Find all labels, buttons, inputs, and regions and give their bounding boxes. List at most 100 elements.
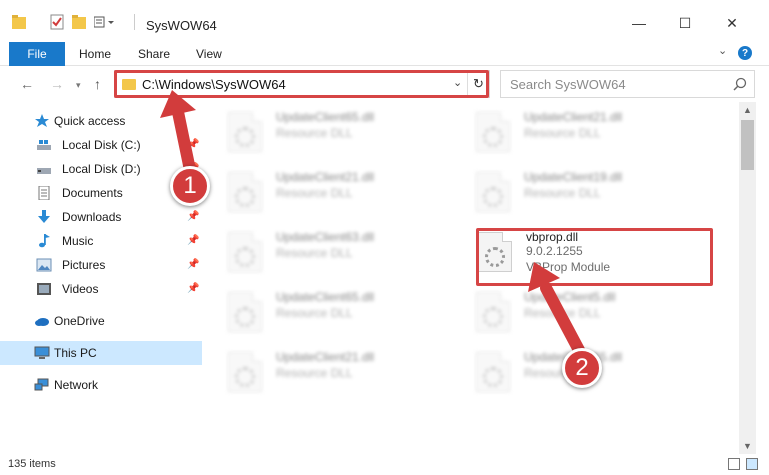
properties-icon[interactable]	[50, 14, 64, 30]
dll-file-icon	[228, 112, 262, 152]
sidebar-item-videos[interactable]: Videos 📌	[0, 277, 202, 301]
customize-toolbar-icon[interactable]	[93, 14, 114, 30]
title-separator	[134, 14, 135, 30]
tab-file[interactable]: File	[9, 42, 65, 66]
collapse-ribbon-icon[interactable]: ⌄	[718, 44, 727, 57]
file-description: Resource DLL	[276, 186, 353, 200]
file-item[interactable]: UpdateClient5.dll Resource DLL	[458, 282, 698, 334]
drive-icon	[37, 140, 51, 150]
recent-locations-icon[interactable]: ▾	[76, 80, 81, 91]
dll-file-icon	[476, 352, 510, 392]
large-icons-view-icon[interactable]	[746, 458, 758, 470]
file-item[interactable]: UpdateClient21.dll Resource DLL	[458, 102, 698, 154]
sidebar-item-this-pc[interactable]: This PC	[0, 341, 202, 365]
file-name: UpdateClient63.dll	[276, 230, 375, 244]
file-item[interactable]: UpdateClient19.dll Resource DLL	[458, 162, 698, 214]
file-highlight	[476, 228, 713, 286]
sidebar-item-label: Quick access	[54, 114, 126, 128]
vertical-scrollbar[interactable]: ▲ ▼	[739, 102, 756, 454]
dll-file-icon	[228, 352, 262, 392]
navigation-pane: Quick access Local Disk (C:) 📌 Local Dis…	[0, 102, 208, 454]
back-arrow-icon[interactable]: ←	[20, 76, 34, 92]
file-name: UpdateClient21.dll	[276, 350, 375, 364]
file-item[interactable]: UpdateClient65.dll Resource DLL	[210, 282, 450, 334]
tab-view[interactable]: View	[196, 47, 222, 61]
pin-icon[interactable]: 📌	[187, 235, 199, 246]
sidebar-item-label: This PC	[54, 346, 97, 360]
address-row: ← → ▾ ↑ C:\Windows\SysWOW64 ⌄ ↻ Search S…	[0, 66, 769, 102]
pin-icon[interactable]: 📌	[187, 283, 199, 294]
cloud-icon	[35, 318, 49, 326]
search-box[interactable]: Search SysWOW64	[500, 70, 755, 98]
up-arrow-icon[interactable]: ↑	[94, 76, 101, 92]
dll-file-icon	[228, 172, 262, 212]
sidebar-item-label: Documents	[62, 186, 123, 200]
help-icon[interactable]: ?	[738, 46, 752, 60]
pin-icon[interactable]: 📌	[187, 211, 199, 222]
scroll-up-icon[interactable]: ▲	[739, 102, 756, 118]
file-item[interactable]: UpdateClient63.dll Resource DLL	[210, 222, 450, 274]
sidebar-item-label: Local Disk (C:)	[62, 138, 141, 152]
folder-icon[interactable]	[12, 14, 26, 30]
tab-share[interactable]: Share	[138, 47, 170, 61]
dll-file-icon	[476, 112, 510, 152]
maximize-button[interactable]: ☐	[670, 10, 700, 36]
details-view-icon[interactable]	[728, 458, 740, 470]
file-description: Resource DLL	[524, 186, 601, 200]
dll-file-icon	[476, 292, 510, 332]
sidebar-item-pictures[interactable]: Pictures 📌	[0, 253, 202, 277]
search-input[interactable]: Search SysWOW64	[510, 77, 626, 92]
file-description: Resource DLL	[276, 246, 353, 260]
window-title: SysWOW64	[146, 18, 217, 33]
step-2-badge: 2	[562, 348, 602, 388]
documents-icon	[38, 186, 50, 200]
file-item[interactable]: UpdateClient21.dll Resource DLL	[210, 342, 450, 394]
dll-file-icon	[228, 292, 262, 332]
drive-icon	[37, 168, 51, 174]
pictures-icon	[36, 258, 52, 272]
sidebar-item-onedrive[interactable]: OneDrive	[0, 309, 202, 333]
forward-arrow-icon[interactable]: →	[50, 76, 64, 92]
sidebar-item-label: Network	[54, 378, 99, 392]
network-icon	[34, 378, 49, 391]
item-count: 135 items	[8, 458, 56, 470]
tab-home[interactable]: Home	[79, 47, 111, 61]
sidebar-item-quick-access[interactable]: Quick access	[0, 109, 202, 133]
file-item[interactable]: UpdateClient65.dll Resource DLL	[210, 102, 450, 154]
file-description: Resource DLL	[524, 306, 601, 320]
star-icon	[35, 114, 49, 127]
download-icon	[38, 210, 50, 223]
sidebar-item-network[interactable]: Network	[0, 373, 202, 397]
sidebar-item-label: OneDrive	[54, 314, 105, 328]
pin-icon[interactable]: 📌	[187, 139, 199, 150]
scrollbar-thumb[interactable]	[741, 120, 754, 170]
pin-icon[interactable]: 📌	[187, 259, 199, 270]
videos-icon	[37, 283, 51, 295]
sidebar-item-downloads[interactable]: Downloads 📌	[0, 205, 202, 229]
ribbon-tabs: File Home Share View ⌄ ?	[0, 40, 769, 66]
search-icon[interactable]	[732, 76, 748, 92]
file-description: Resource DLL	[276, 306, 353, 320]
file-name: UpdateClient5.dll	[524, 290, 616, 304]
sidebar-item-music[interactable]: Music 📌	[0, 229, 202, 253]
file-name: UpdateClient19.dll	[524, 170, 623, 184]
minimize-button[interactable]: —	[624, 10, 654, 36]
step-1-badge: 1	[170, 166, 210, 206]
status-bar: 135 items	[0, 454, 769, 475]
scroll-down-icon[interactable]: ▼	[739, 438, 756, 454]
file-item[interactable]: UpdateClient21.dll Resource DLL	[210, 162, 450, 214]
close-button[interactable]: ✕	[717, 10, 747, 36]
sidebar-item-local-disk-c[interactable]: Local Disk (C:) 📌	[0, 133, 202, 157]
file-name: UpdateClient21.dll	[524, 110, 623, 124]
computer-icon	[34, 346, 50, 359]
address-highlight	[114, 70, 489, 98]
dll-file-icon	[476, 172, 510, 212]
file-description: Resource DLL	[524, 126, 601, 140]
dll-file-icon	[228, 232, 262, 272]
sidebar-item-label: Downloads	[62, 210, 122, 224]
file-description: Resource DLL	[276, 366, 353, 380]
sidebar-item-label: Local Disk (D:)	[62, 162, 141, 176]
new-folder-icon[interactable]	[72, 14, 86, 30]
file-name: UpdateClient65.dll	[276, 290, 375, 304]
music-icon	[39, 234, 50, 248]
